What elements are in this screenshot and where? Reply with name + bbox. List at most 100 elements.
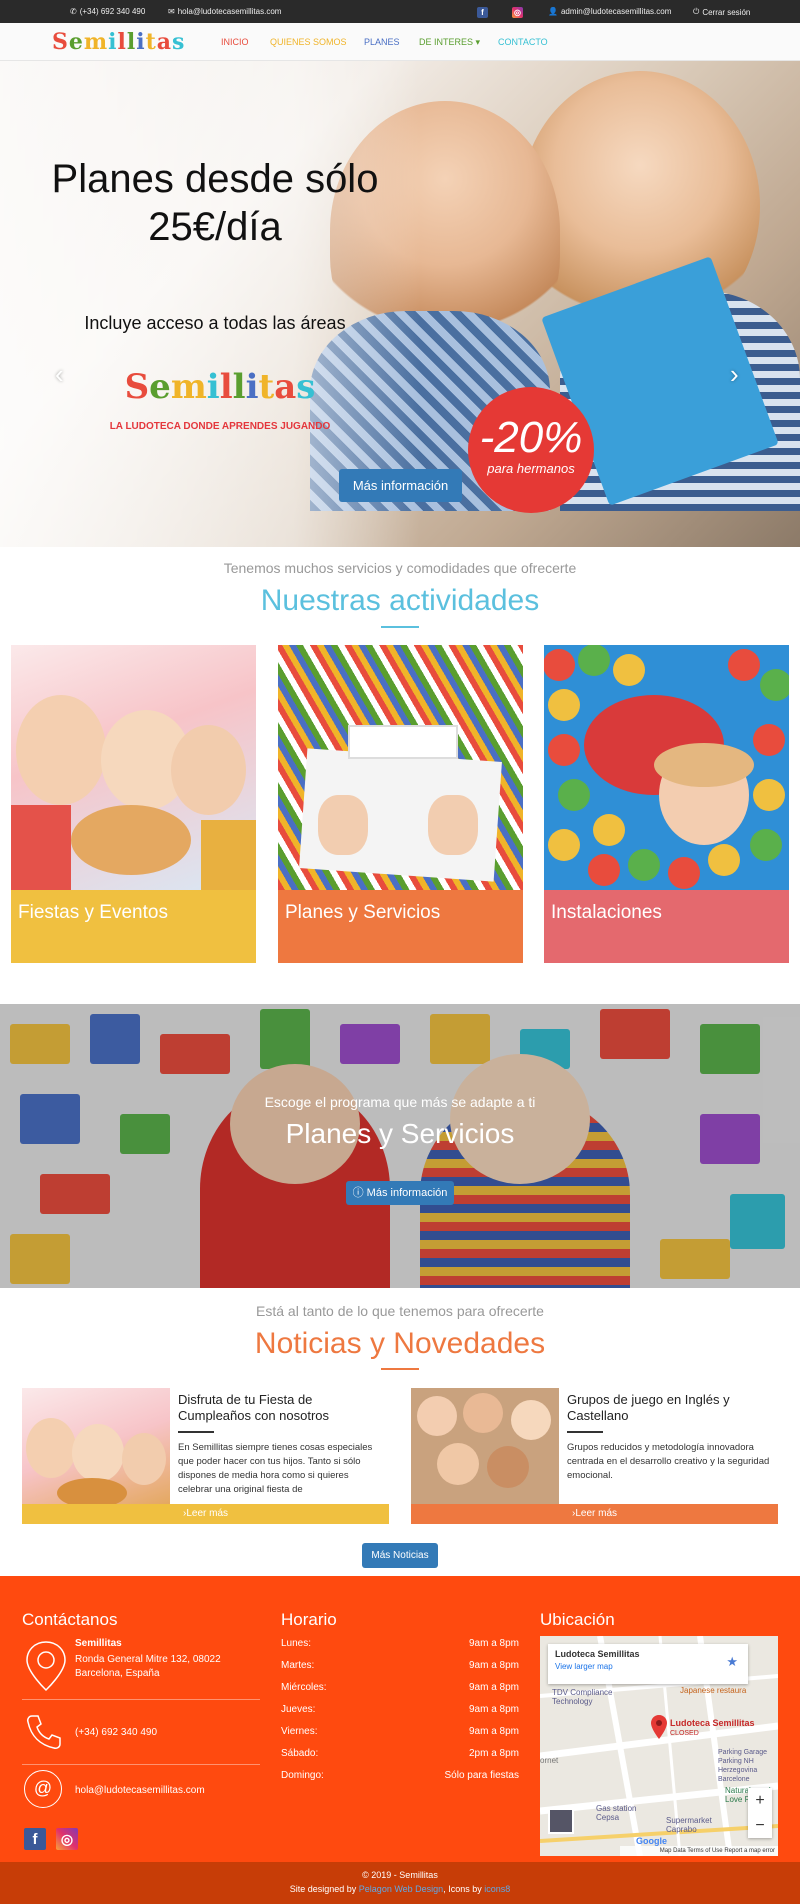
news-thumbnail[interactable] — [411, 1388, 559, 1504]
news-body: Disfruta de tu Fiesta de Cumpleaños con … — [172, 1388, 389, 1504]
main-navbar: Semillitas INICIO QUIENES SOMOS PLANES D… — [0, 23, 800, 61]
copyright-bar: © 2019 - Semillitas Site designed by Pel… — [0, 1862, 800, 1904]
hero-logo: Semillitas — [124, 367, 316, 407]
map-info-card: Ludoteca Semillitas View larger map ★ — [548, 1644, 748, 1684]
hero-title-line2: 25€/día — [148, 205, 282, 249]
icons8-link[interactable]: icons8 — [484, 1884, 510, 1894]
nav-item-planes[interactable]: PLANES — [364, 37, 400, 47]
map-poi: Japanese restaura — [680, 1686, 747, 1695]
activity-card-fiestas[interactable]: Fiestas y Eventos — [11, 645, 256, 963]
carousel-prev-icon[interactable]: ‹ — [55, 359, 64, 390]
news-item: Grupos de juego en Inglés y Castellano G… — [411, 1388, 778, 1524]
read-more-button[interactable]: ›Leer más — [22, 1504, 389, 1524]
map-poi: TDV Compliance Technology — [552, 1688, 613, 1706]
user-icon: 👤 — [548, 7, 558, 16]
activity-card-planes[interactable]: Planes y Servicios — [278, 645, 523, 963]
hours-row: Viernes: 9am a 8pm — [281, 1726, 519, 1737]
site-logo[interactable]: Semillitas — [52, 29, 185, 55]
hero-title-line1: Planes desde sólo — [51, 157, 379, 201]
hours-time: 9am a 8pm — [468, 1726, 519, 1737]
topbar-user[interactable]: 👤 admin@ludotecasemillitas.com — [548, 7, 671, 16]
top-bar: ✆ (+34) 692 340 490 ✉ hola@ludotecasemil… — [0, 0, 800, 23]
hours-row: Jueves: 9am a 8pm — [281, 1704, 519, 1715]
satellite-toggle[interactable] — [548, 1808, 574, 1834]
hours-row: Miércoles: 9am a 8pm — [281, 1682, 519, 1693]
child-hand — [318, 795, 368, 855]
info-circle-icon: ⓘ — [352, 1187, 367, 1199]
hours-day: Lunes: — [281, 1638, 312, 1649]
instagram-link[interactable]: ◎ — [512, 7, 523, 18]
child-face — [511, 1400, 551, 1440]
google-map[interactable]: Ludoteca Semillitas View larger map ★ TD… — [540, 1636, 778, 1856]
map-pin-icon[interactable] — [650, 1714, 668, 1740]
news-pretitle: Está al tanto de lo que tenemos para ofr… — [256, 1303, 544, 1319]
logout-link[interactable]: ⏻ Cerrar sesión — [693, 7, 750, 17]
news-title[interactable]: Grupos de juego en Inglés y Castellano — [567, 1392, 772, 1424]
nav-item-quienes-somos[interactable]: QUIENES SOMOS — [270, 37, 347, 47]
news-title[interactable]: Disfruta de tu Fiesta de Cumpleaños con … — [178, 1392, 383, 1424]
child-face — [122, 1433, 166, 1485]
footer-divider — [22, 1764, 260, 1765]
nav-item-de-interes[interactable]: DE INTERES ▾ — [419, 37, 480, 48]
read-more-button[interactable]: ›Leer más — [411, 1504, 778, 1524]
hours-day: Domingo: — [281, 1770, 324, 1781]
plans-banner: Escoge el programa que más se adapte a t… — [0, 1004, 800, 1288]
discount-label: para hermanos — [487, 461, 575, 476]
footer: Contáctanos Semillitas Ronda General Mit… — [0, 1576, 800, 1862]
carousel-next-icon[interactable]: › — [730, 359, 739, 390]
map-poi: Gas station Cepsa — [596, 1804, 637, 1822]
facebook-icon[interactable]: f — [24, 1828, 46, 1850]
news-thumbnail[interactable] — [22, 1388, 170, 1504]
hours-row: Domingo: Sólo para fiestas — [281, 1770, 519, 1781]
hero-more-info-button[interactable]: Más información — [339, 469, 462, 502]
read-more-label: Leer más — [186, 1508, 229, 1519]
activities-title-underline — [381, 626, 419, 628]
hours-day: Sábado: — [281, 1748, 319, 1759]
topbar-phone[interactable]: ✆ (+34) 692 340 490 — [70, 7, 145, 16]
facebook-link[interactable]: f — [477, 7, 488, 18]
envelope-icon: ✉ — [168, 7, 175, 16]
hours-time: 9am a 8pm — [468, 1660, 519, 1671]
news-excerpt: Grupos reducidos y metodología innovador… — [567, 1442, 770, 1481]
instagram-icon: ◎ — [512, 7, 523, 18]
credits-line: Site designed by Pelagon Web Design, Ico… — [0, 1882, 800, 1896]
activities-title: Nuestras actividades — [260, 584, 540, 617]
copyright-text: © 2019 - Semillitas — [362, 1870, 438, 1880]
zoom-out-button[interactable]: − — [748, 1813, 772, 1838]
news-excerpt: En Semillitas siempre tienes cosas espec… — [178, 1442, 373, 1495]
hero-tagline: LA LUDOTECA DONDE APRENDES JUGANDO — [109, 421, 331, 432]
hours-time: 9am a 8pm — [468, 1682, 519, 1693]
hours-row: Lunes: 9am a 8pm — [281, 1638, 519, 1649]
power-icon: ⏻ — [693, 7, 700, 16]
at-sign-icon: @ — [24, 1770, 62, 1808]
nav-item-inicio[interactable]: INICIO — [221, 37, 249, 47]
star-icon[interactable]: ★ — [726, 1654, 738, 1670]
activity-card-instalaciones[interactable]: Instalaciones — [544, 645, 789, 963]
contact-phone[interactable]: (+34) 692 340 490 — [75, 1727, 157, 1738]
read-more-label: Leer más — [575, 1508, 618, 1519]
hours-day: Jueves: — [281, 1704, 316, 1715]
contact-email[interactable]: hola@ludotecasemillitas.com — [75, 1785, 205, 1796]
news-title-underline — [381, 1368, 419, 1370]
child-face — [463, 1393, 503, 1433]
zoom-in-button[interactable]: + — [748, 1788, 772, 1813]
discount-badge: -20% para hermanos — [468, 387, 594, 513]
location-pin-icon — [26, 1641, 66, 1692]
discount-value: -20% — [479, 413, 583, 462]
footer-divider — [22, 1699, 260, 1700]
banner-button-label: Más información — [366, 1187, 448, 1199]
topbar-email[interactable]: ✉ hola@ludotecasemillitas.com — [168, 7, 281, 16]
contact-name: Semillitas — [75, 1638, 122, 1649]
map-footer-links[interactable]: Map Data Terms of Use Report a map error — [620, 1846, 778, 1856]
news-title: Noticias y Novedades — [254, 1327, 546, 1360]
banner-more-info-button[interactable]: ⓘ Más información — [346, 1181, 454, 1205]
designer-link[interactable]: Pelagon Web Design — [359, 1884, 443, 1894]
map-poi: Supermarket Caprabo — [666, 1816, 712, 1834]
contact-title: Contáctanos — [22, 1610, 118, 1629]
more-news-button[interactable]: Más Noticias — [362, 1543, 438, 1568]
nav-item-contacto[interactable]: CONTACTO — [498, 37, 548, 47]
map-larger-link[interactable]: View larger map — [555, 1662, 741, 1671]
child-hand — [428, 795, 478, 855]
hours-day: Viernes: — [281, 1726, 318, 1737]
instagram-icon[interactable]: ◎ — [56, 1828, 78, 1850]
